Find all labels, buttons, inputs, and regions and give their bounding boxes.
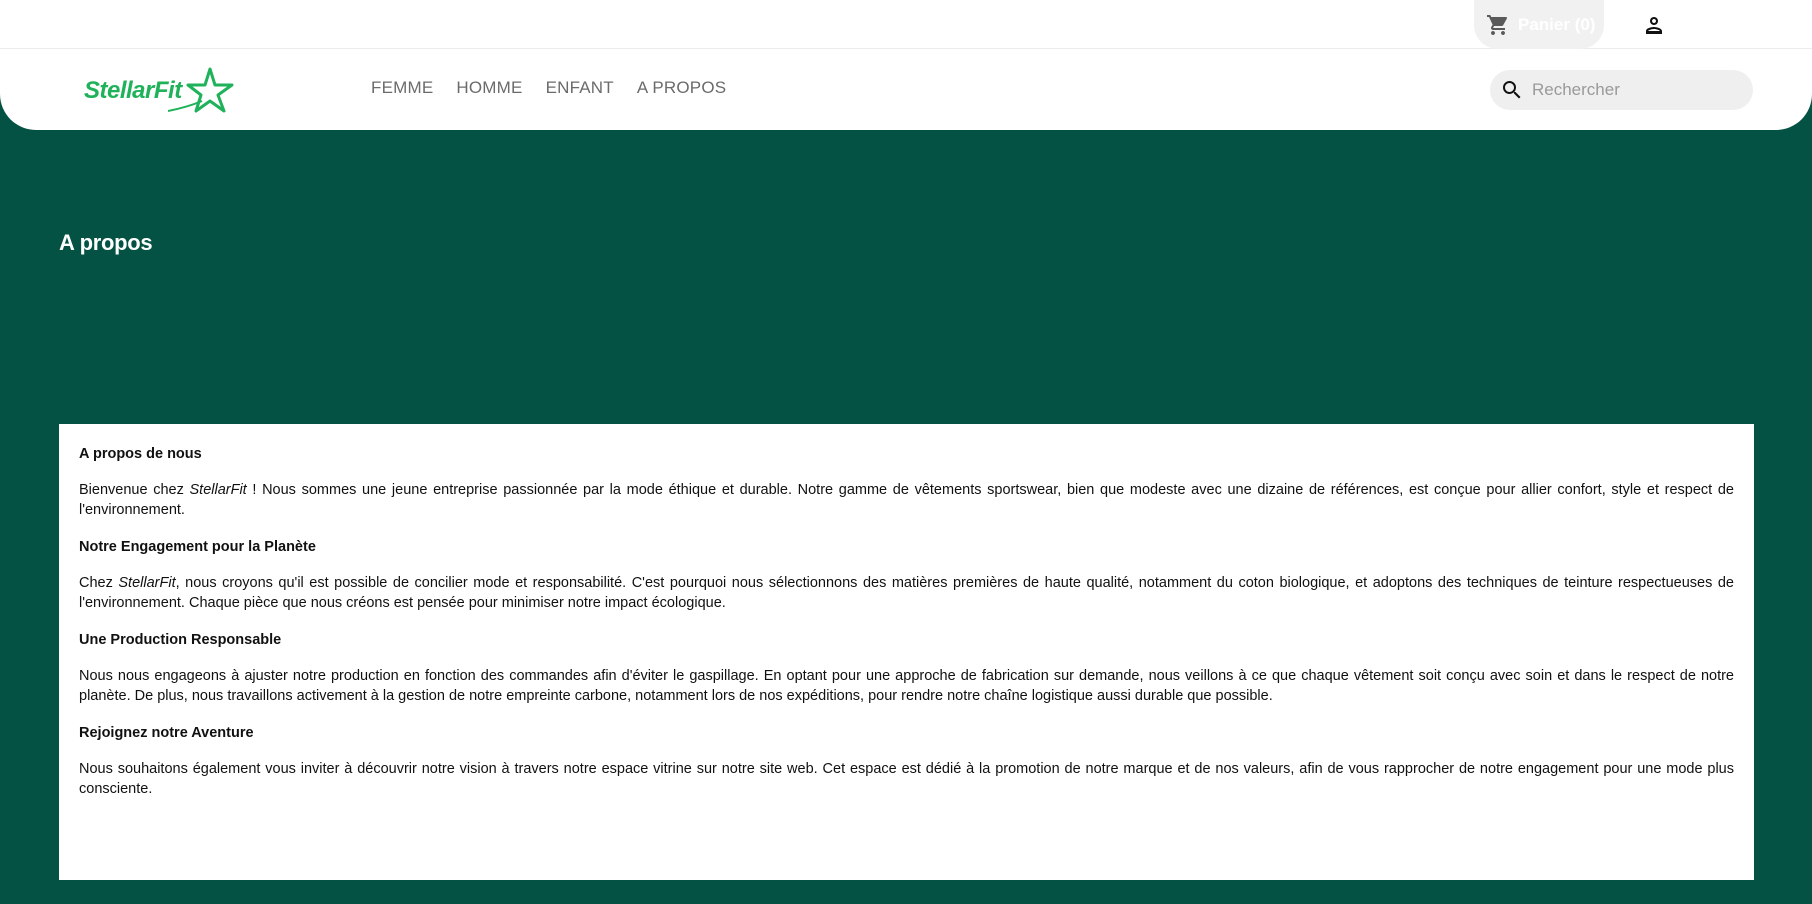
cart-button[interactable]: Panier (0) xyxy=(1474,0,1604,49)
section-text-part: Nous nous engageons à ajuster notre prod… xyxy=(79,668,1734,704)
about-content-card: A propos de nous Bienvenue chez StellarF… xyxy=(59,424,1754,880)
section-text: Chez StellarFit, nous croyons qu'il est … xyxy=(79,574,1734,613)
nav-item-femme[interactable]: FEMME xyxy=(371,78,433,98)
section-text-part: ! Nous sommes une jeune entreprise passi… xyxy=(79,482,1734,518)
account-button[interactable] xyxy=(1641,12,1667,38)
section-text-part: Bienvenue chez xyxy=(79,482,190,498)
section-heading: Notre Engagement pour la Planète xyxy=(79,539,316,555)
section-text-part: Chez xyxy=(79,575,119,591)
nav-item-a-propos[interactable]: A PROPOS xyxy=(637,78,726,98)
search-input[interactable] xyxy=(1532,80,1742,100)
top-utility-bar: Panier (0) xyxy=(0,0,1812,49)
page-title: A propos xyxy=(59,230,153,255)
cart-icon xyxy=(1487,14,1508,35)
search-box[interactable] xyxy=(1490,70,1753,110)
user-icon xyxy=(1646,17,1662,34)
section-text: Nous nous engageons à ajuster notre prod… xyxy=(79,667,1734,706)
section-text: Bienvenue chez StellarFit ! Nous sommes … xyxy=(79,481,1734,520)
brand-name: StellarFit xyxy=(189,482,247,498)
star-logo-icon xyxy=(168,67,234,113)
section-heading: Une Production Responsable xyxy=(79,632,282,648)
primary-nav: FEMME HOMME ENFANT A PROPOS xyxy=(371,78,726,98)
brand-name: StellarFit xyxy=(118,575,176,591)
search-icon xyxy=(1503,81,1521,99)
section-text-part: , nous croyons qu'il est possible de con… xyxy=(79,575,1734,611)
section-heading: Rejoignez notre Aventure xyxy=(79,725,254,741)
section-heading: A propos de nous xyxy=(79,446,202,462)
cart-label: Panier (0) xyxy=(1518,14,1596,34)
logo[interactable]: StellarFit xyxy=(84,67,244,113)
section-text: Nous souhaitons également vous inviter à… xyxy=(79,760,1734,799)
main-navbar: StellarFit FEMME HOMME ENFANT A PROPOS xyxy=(0,49,1812,130)
nav-item-enfant[interactable]: ENFANT xyxy=(546,78,614,98)
section-text-part: Nous souhaitons également vous inviter à… xyxy=(79,761,1734,797)
nav-item-homme[interactable]: HOMME xyxy=(456,78,522,98)
